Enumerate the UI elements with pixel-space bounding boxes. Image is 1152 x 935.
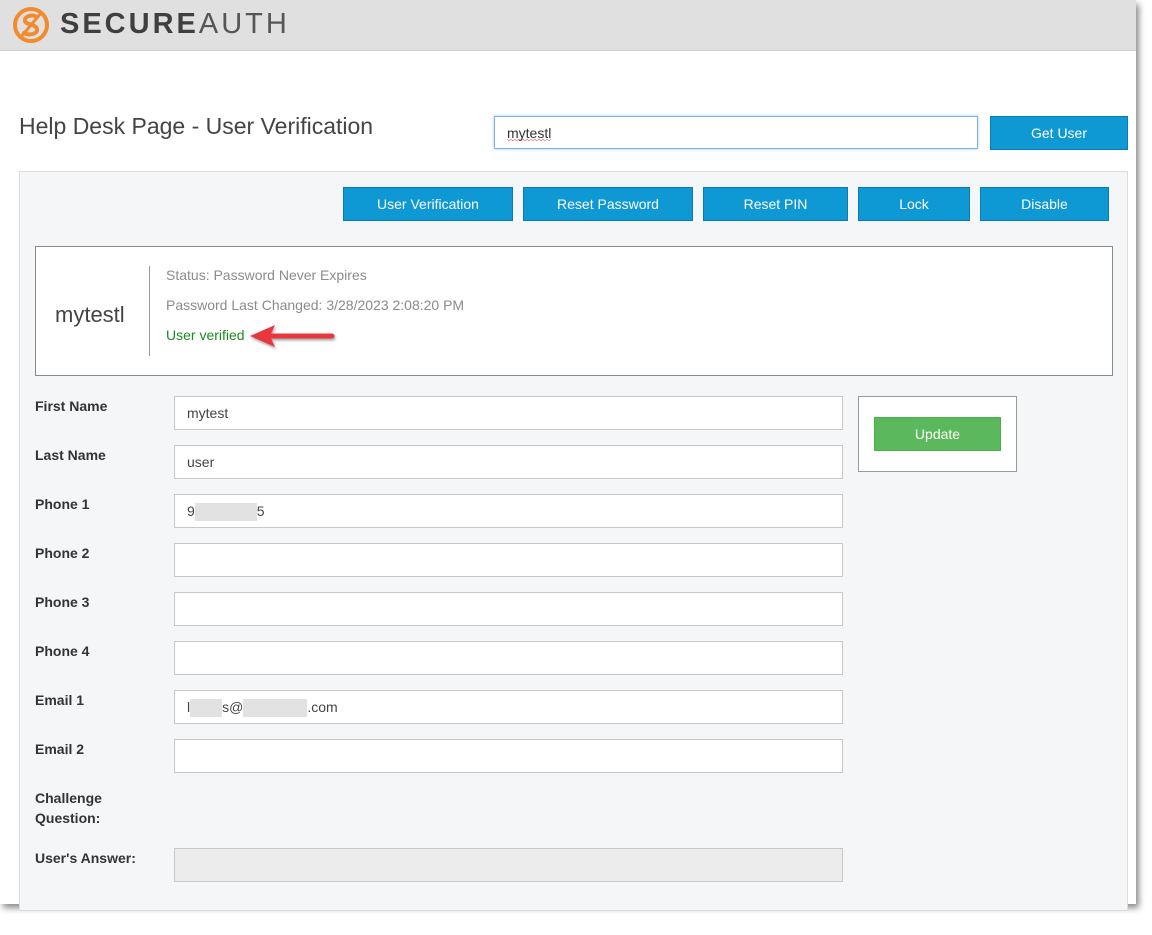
- user-verification-button[interactable]: User Verification: [343, 187, 513, 221]
- phone2-input[interactable]: [174, 543, 843, 577]
- app-window: SECUREAUTH Help Desk Page - User Verific…: [0, 0, 1136, 911]
- last-name-input[interactable]: user: [174, 445, 843, 479]
- phone1-label: Phone 1: [35, 496, 90, 512]
- brand-name-light: AUTH: [198, 8, 290, 40]
- disable-button[interactable]: Disable: [980, 187, 1109, 221]
- challenge-question-label-line1: Challenge: [35, 790, 102, 806]
- lock-button[interactable]: Lock: [858, 187, 970, 221]
- annotation-arrow-icon: [250, 325, 335, 347]
- last-name-label: Last Name: [35, 447, 106, 463]
- verification-status-text: User verified: [166, 327, 245, 343]
- redaction-block: [190, 699, 223, 718]
- email1-input[interactable]: l s@ .com: [174, 690, 843, 724]
- update-button[interactable]: Update: [874, 417, 1001, 451]
- challenge-question-label-line2: Question:: [35, 810, 101, 826]
- email2-input[interactable]: [174, 739, 843, 773]
- first-name-input[interactable]: mytest: [174, 396, 843, 430]
- phone3-label: Phone 3: [35, 594, 90, 610]
- page-title: Help Desk Page - User Verification: [19, 113, 374, 139]
- redaction-block: [194, 503, 257, 522]
- phone4-input[interactable]: [174, 641, 843, 675]
- users-answer-input: [174, 848, 843, 882]
- users-answer-label: User's Answer:: [35, 850, 136, 866]
- password-last-changed-text: Password Last Changed: 3/28/2023 2:08:20…: [166, 297, 465, 313]
- top-bar: SECUREAUTH: [0, 0, 1136, 51]
- reset-password-button[interactable]: Reset Password: [523, 187, 693, 221]
- card-username: mytestl: [55, 302, 125, 327]
- card-divider: [149, 266, 150, 356]
- email1-label: Email 1: [35, 692, 85, 708]
- phone1-value-suffix: 5: [256, 503, 265, 519]
- reset-pin-button[interactable]: Reset PIN: [703, 187, 848, 221]
- challenge-question-label: Challenge Question:: [35, 788, 102, 828]
- status-text: Status: Password Never Expires: [166, 267, 367, 283]
- brand-name-bold: SECURE: [60, 8, 199, 40]
- brand-name: SECUREAUTH: [60, 6, 290, 42]
- phone3-input[interactable]: [174, 592, 843, 626]
- redaction-block: [243, 699, 308, 718]
- email1-value-suffix: .com: [307, 699, 338, 715]
- phone4-label: Phone 4: [35, 643, 90, 659]
- email1-value-mid: s@: [222, 699, 244, 715]
- first-name-label: First Name: [35, 398, 108, 414]
- username-search-input[interactable]: [494, 116, 978, 149]
- get-user-button[interactable]: Get User: [990, 116, 1128, 150]
- phone2-label: Phone 2: [35, 545, 90, 561]
- spellcheck-underline: [507, 139, 551, 142]
- phone1-input[interactable]: 95: [174, 494, 843, 528]
- email2-label: Email 2: [35, 741, 85, 757]
- secureauth-logo-icon: [13, 7, 49, 43]
- phone1-value-prefix: 9: [187, 503, 195, 519]
